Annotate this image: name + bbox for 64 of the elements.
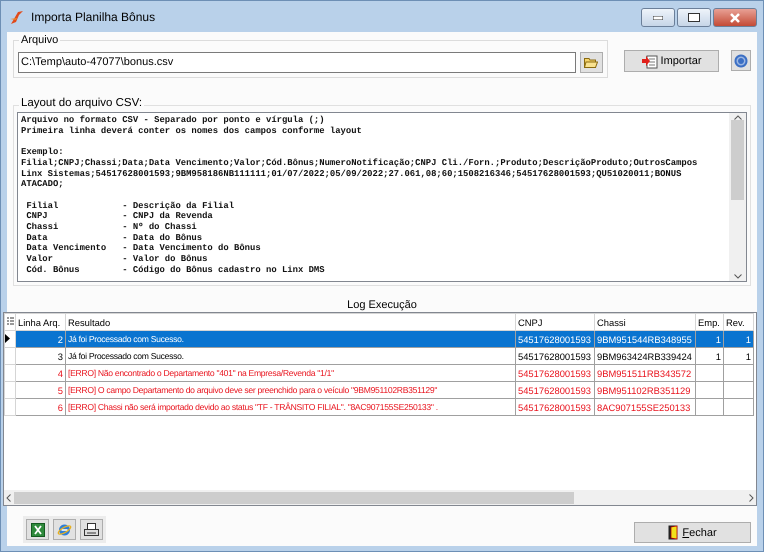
- scroll-down-icon[interactable]: [734, 274, 742, 279]
- maximize-button[interactable]: [677, 8, 711, 27]
- table-cell: 2: [16, 330, 66, 348]
- layout-text: Arquivo no formato CSV - Separado por ponto e vírgula (;) Primeira linha deverá conter os nomes dos campos conforme layout Exemplo: Filial;CNPJ;Chassi;Data;Data Vencimento;Valor;Cód.Bônus;NumeroNotificação;CNPJ Cli./Forn.;Produto;DescriçãoProduto;OutrosCampos Linx Sistemas;54517628001593;9BM958186NB111111;01/07/2022;05/09/2022;27.061,08;60;1508216346;54517628001593;QU51020011;BONUS ATACADO; Filial - Descrição da Filial CNPJ - CNPJ da Revenda Chassi - Nº do Chassi Data - Data do Bônus Data Vencimento - Data Vencimento do Bônus Valor - Valor do Bônus Cód. Bônus - Código do Bônus cadastro no Linx DMS: [20, 114, 698, 277]
- table-cell: 1: [696, 348, 724, 364]
- table-cell: 1: [696, 330, 724, 348]
- horizontal-scrollbar[interactable]: [4, 490, 756, 505]
- table-cell: [ERRO] Chassi não será importado devido ao status "TF - TRÂNSITO FILIAL". "8AC907155SE250133" .: [66, 398, 516, 416]
- table-cell: 6: [16, 398, 66, 416]
- scroll-up-icon[interactable]: [734, 115, 742, 120]
- group-label: Arquivo: [19, 34, 60, 46]
- minimize-button[interactable]: [641, 8, 675, 27]
- log-title: Log Execução: [346, 299, 418, 312]
- table-cell: Já foi Processado com Sucesso.: [66, 330, 516, 348]
- current-row-icon: [6, 334, 10, 342]
- folder-icon: [584, 57, 598, 68]
- help-icon: [734, 54, 748, 68]
- close-dialog-button[interactable]: Fechar: [634, 522, 751, 543]
- scroll-right-icon[interactable]: [749, 494, 754, 502]
- table-cell: [ERRO] Não encontrado o Departamento "401" na Empresa/Revenda "1/1": [66, 364, 516, 382]
- table-cell: 8AC907155SE250133: [594, 398, 696, 416]
- help-button[interactable]: [731, 50, 751, 71]
- app-logo-icon: [9, 8, 25, 24]
- browse-button[interactable]: [580, 52, 603, 73]
- browser-e-icon: [57, 522, 72, 537]
- column-header[interactable]: CNPJ: [516, 314, 594, 330]
- column-header[interactable]: Chassi: [594, 314, 696, 330]
- table-cell: 54517628001593: [516, 398, 594, 416]
- file-path-field[interactable]: C:\Temp\auto-47077\bonus.csv: [18, 52, 576, 73]
- vertical-scrollbar[interactable]: [729, 113, 746, 281]
- column-header[interactable]: Resultado: [66, 314, 516, 330]
- table-cell: [ERRO] O campo Departamento do arquivo deve ser preenchido para o veículo "9BM951102RB351129": [66, 382, 516, 398]
- window-title: Importa Planilha Bônus: [31, 10, 156, 24]
- print-button[interactable]: [80, 519, 103, 540]
- printer-icon: [84, 522, 99, 536]
- table-cell: 54517628001593: [516, 382, 594, 398]
- table-cell: 1: [724, 348, 754, 364]
- table-cell: 54517628001593: [516, 364, 594, 382]
- column-header[interactable]: Emp.: [696, 314, 724, 330]
- table-cell: 1: [724, 330, 754, 348]
- import-button[interactable]: Importar: [624, 50, 720, 72]
- table-cell: 54517628001593: [516, 330, 594, 348]
- minimize-icon: [653, 16, 663, 20]
- close-button[interactable]: [713, 8, 757, 27]
- spreadsheet-icon: [30, 522, 44, 536]
- table-cell: 9BM951544RB348955: [594, 330, 696, 348]
- scroll-left-icon[interactable]: [6, 494, 11, 502]
- table-cell: Já foi Processado com Sucesso.: [66, 348, 516, 364]
- table-cell: 5: [16, 382, 66, 398]
- table-cell: 4: [16, 364, 66, 382]
- door-exit-icon: [668, 525, 678, 540]
- column-header[interactable]: Linha Arq.: [16, 314, 66, 330]
- close-icon: [729, 12, 741, 22]
- table-cell: 9BM951102RB351129: [594, 382, 696, 398]
- column-chooser-icon[interactable]: [4, 314, 16, 330]
- column-header[interactable]: Rev.: [724, 314, 754, 330]
- table-cell: 54517628001593: [516, 348, 594, 364]
- import-sheet-icon: [642, 53, 658, 69]
- excel-export-button[interactable]: [26, 519, 49, 540]
- table-cell: 3: [16, 348, 66, 364]
- table-cell: 9BM951511RB343572: [594, 364, 696, 382]
- group-label: Layout do arquivo CSV:: [19, 97, 144, 109]
- maximize-icon: [688, 13, 700, 22]
- table-cell: 9BM963424RB339424: [594, 348, 696, 364]
